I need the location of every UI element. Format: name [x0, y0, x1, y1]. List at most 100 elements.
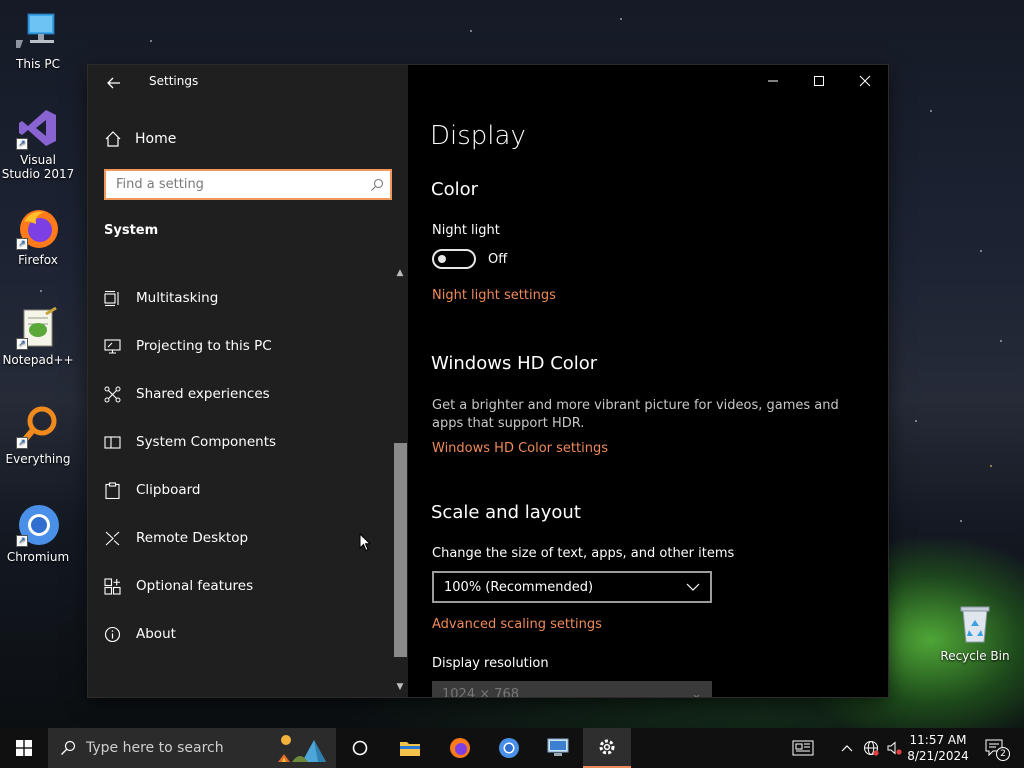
- notification-count-badge: 2: [996, 747, 1010, 761]
- resolution-dropdown-value: 1024 × 768: [442, 687, 520, 697]
- scale-dropdown-value: 100% (Recommended): [444, 579, 594, 595]
- desktop-icon-label: This PC: [16, 57, 60, 71]
- computer-icon: [6, 10, 60, 54]
- nav-item-about[interactable]: About: [88, 610, 392, 658]
- news-widget-button[interactable]: [786, 728, 820, 768]
- taskbar-settings[interactable]: [583, 728, 631, 768]
- chevron-up-icon: [841, 745, 853, 752]
- recycle-bin-icon: [953, 602, 997, 646]
- nav-item-label: Optional features: [136, 578, 254, 594]
- folder-icon: [400, 742, 420, 756]
- taskbar-clock[interactable]: 11:57 AM 8/21/2024: [906, 732, 970, 764]
- maximize-icon: [814, 76, 824, 86]
- maximize-button[interactable]: [796, 65, 842, 97]
- nav-item-multitasking[interactable]: Multitasking: [88, 274, 392, 322]
- color-heading: Color: [431, 179, 478, 200]
- clock-date: 8/21/2024: [907, 749, 969, 763]
- shortcut-arrow-icon: ↗: [16, 437, 28, 449]
- show-hidden-icons-button[interactable]: [838, 728, 856, 768]
- scrollbar-thumb[interactable]: [394, 443, 407, 657]
- shortcut-arrow-icon: ↗: [16, 338, 28, 350]
- network-status-button[interactable]: [860, 728, 882, 768]
- nav-item-label: Projecting to this PC: [136, 338, 272, 354]
- shared-experiences-icon: [104, 386, 121, 402]
- action-center-button[interactable]: 2: [978, 728, 1012, 768]
- taskbar-search-placeholder: Type here to search: [86, 740, 224, 756]
- mouse-cursor-icon: [359, 533, 371, 552]
- visual-studio-icon: ↗: [16, 106, 60, 150]
- nav-item-label: System Components: [136, 434, 277, 450]
- night-light-toggle[interactable]: [432, 249, 476, 269]
- windows-logo-icon: [16, 740, 32, 756]
- scroll-up-icon[interactable]: ▲: [394, 267, 406, 279]
- nav-item-clipboard[interactable]: Clipboard: [88, 466, 392, 514]
- cortana-circle-icon: [352, 740, 368, 756]
- resolution-dropdown[interactable]: 1024 × 768 ⌄: [432, 681, 712, 697]
- advanced-scaling-link[interactable]: Advanced scaling settings: [432, 617, 602, 632]
- window-title: Settings: [149, 74, 199, 88]
- task-view-button[interactable]: [336, 728, 384, 768]
- close-button[interactable]: [842, 65, 888, 97]
- night-light-settings-link[interactable]: Night light settings: [432, 288, 556, 303]
- desktop-icon-label: Everything: [5, 452, 71, 466]
- scale-dropdown[interactable]: 100% (Recommended): [432, 571, 712, 603]
- gear-icon: [599, 739, 615, 755]
- night-light-state: Off: [488, 252, 508, 267]
- system-components-icon: [104, 435, 121, 449]
- nav-item-remote-desktop[interactable]: Remote Desktop: [88, 514, 392, 562]
- desktop-icon-label: Visual Studio 2017: [1, 153, 75, 181]
- desktop-icon-visual-studio[interactable]: ↗ Visual Studio 2017: [0, 106, 76, 181]
- nav-item-projecting[interactable]: Projecting to this PC: [88, 322, 392, 370]
- scale-label: Change the size of text, apps, and other…: [432, 546, 735, 561]
- scroll-down-icon[interactable]: ▼: [394, 681, 406, 693]
- nav-item-system-components[interactable]: System Components: [88, 418, 392, 466]
- close-icon: [859, 75, 871, 87]
- scale-layout-heading: Scale and layout: [431, 502, 581, 523]
- taskbar-search-box[interactable]: Type here to search: [48, 728, 336, 768]
- home-nav-item[interactable]: Home: [104, 127, 176, 151]
- settings-nav-list: Multitasking Projecting to this PC Share…: [88, 274, 392, 658]
- volume-button[interactable]: [883, 728, 905, 768]
- desktop-icon-everything[interactable]: ↗ Everything: [0, 405, 76, 466]
- search-highlight-camping-icon: [278, 735, 326, 762]
- back-button[interactable]: [102, 71, 126, 95]
- nav-item-label: About: [136, 626, 176, 642]
- settings-window: Settings Home System: [88, 65, 888, 697]
- desktop-icon-firefox[interactable]: ↗ Firefox: [0, 206, 76, 267]
- nav-section-title: System: [104, 223, 159, 238]
- nav-item-label: Remote Desktop: [136, 530, 249, 546]
- minimize-icon: [768, 80, 778, 82]
- desktop-icon-recycle-bin[interactable]: Recycle Bin: [937, 602, 1013, 663]
- desktop-icon-label: Firefox: [18, 253, 58, 267]
- chevron-down-icon: [686, 583, 700, 591]
- taskbar-remote-app[interactable]: [534, 728, 582, 768]
- page-title: Display: [430, 121, 526, 151]
- everything-search-icon: ↗: [16, 405, 60, 449]
- search-icon[interactable]: [364, 171, 390, 198]
- nav-item-shared-experiences[interactable]: Shared experiences: [88, 370, 392, 418]
- taskbar-chromium[interactable]: [485, 728, 533, 768]
- start-button[interactable]: [0, 728, 48, 768]
- taskbar-firefox[interactable]: [436, 728, 484, 768]
- desktop-icon-label: Notepad++: [2, 353, 74, 367]
- desktop-icon-chromium[interactable]: ↗ Chromium: [0, 503, 76, 564]
- taskbar-file-explorer[interactable]: [386, 728, 434, 768]
- nav-item-optional-features[interactable]: Optional features: [88, 562, 392, 610]
- settings-search-input[interactable]: [106, 171, 364, 198]
- hd-color-settings-link[interactable]: Windows HD Color settings: [432, 441, 608, 456]
- display-resolution-label: Display resolution: [432, 656, 549, 671]
- minimize-button[interactable]: [750, 65, 796, 97]
- desktop-icon-this-pc[interactable]: This PC: [0, 10, 76, 71]
- night-light-label: Night light: [432, 223, 500, 238]
- back-arrow-icon: [107, 77, 120, 89]
- remote-desktop-connection-icon: [547, 738, 569, 756]
- desktop-icon-label: Chromium: [6, 550, 70, 564]
- home-label: Home: [135, 131, 177, 147]
- desktop-icon-notepad-plus-plus[interactable]: ↗ Notepad++: [0, 306, 76, 367]
- nav-item-label: Clipboard: [136, 482, 201, 498]
- chromium-icon: ↗: [16, 503, 60, 547]
- settings-search-box[interactable]: [104, 169, 392, 200]
- news-icon: [792, 740, 814, 756]
- notepad-plus-plus-icon: ↗: [16, 306, 60, 350]
- nav-scrollbar[interactable]: ▲ ▼: [391, 263, 408, 697]
